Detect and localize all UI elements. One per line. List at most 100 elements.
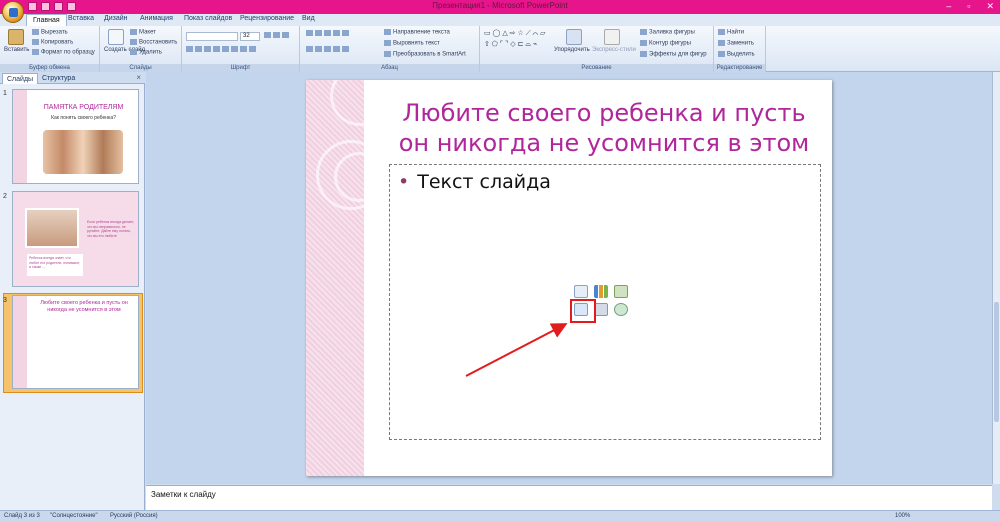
clipboard-group: Вставить Вырезать Копировать Формат по о… [0, 26, 100, 72]
grow-font-icon [264, 32, 271, 38]
format-painter-button[interactable]: Формат по образцу [32, 49, 95, 56]
clear-format-icon [282, 32, 289, 38]
tab-outline[interactable]: Структура [38, 73, 79, 84]
tab-home[interactable]: Главная [26, 14, 67, 26]
reset-button[interactable]: Восстановить [130, 39, 177, 46]
outline-icon [640, 40, 647, 46]
quick-styles-button[interactable]: Экспресс-стили [592, 47, 636, 53]
spacing-icon [231, 46, 238, 52]
office-logo-icon [9, 8, 18, 17]
minimize-icon[interactable]: – [946, 1, 951, 12]
close-icon[interactable]: ✕ [986, 1, 994, 12]
align-text-button[interactable]: Выровнять текст [384, 40, 440, 47]
layout-icon [130, 29, 137, 35]
arrange-icon[interactable] [566, 29, 582, 45]
slide-thumbnail-3[interactable]: Любите своего ребенка и пусть он никогда… [12, 295, 139, 389]
slide-counter: Слайд 3 из 3 [4, 513, 40, 519]
smartart-icon [384, 51, 391, 57]
paste-button[interactable]: Вставить [4, 47, 29, 53]
office-button[interactable] [2, 1, 24, 23]
layout-button[interactable]: Макет [130, 29, 156, 36]
ribbon: Вставить Вырезать Копировать Формат по о… [0, 26, 1000, 72]
close-panel-icon[interactable]: × [136, 73, 141, 82]
bullet-text[interactable]: Текст слайда [398, 171, 551, 193]
content-placeholder[interactable]: Текст слайда [389, 164, 821, 440]
tab-slides[interactable]: Слайды [2, 73, 39, 84]
replace-icon [718, 40, 725, 46]
vertical-scrollbar[interactable] [992, 72, 1000, 484]
copy-button[interactable]: Копировать [32, 39, 73, 46]
numbering-icon [315, 30, 322, 36]
thumb-1-subtitle: Как понять своего ребенка? [51, 115, 116, 121]
align-buttons[interactable] [306, 46, 351, 53]
insert-chart-icon[interactable] [594, 285, 608, 298]
shape-fill-button[interactable]: Заливка фигуры [640, 29, 695, 36]
font-name-field[interactable] [186, 32, 238, 41]
align-right-icon [324, 46, 331, 52]
increase-indent-icon [333, 30, 340, 36]
tab-design[interactable]: Дизайн [104, 15, 128, 22]
font-color-icon [249, 46, 256, 52]
select-button[interactable]: Выделить [718, 51, 755, 58]
theme-name: "Солнцестояние" [50, 513, 98, 519]
slide-thumbnail-1[interactable]: ПАМЯТКА РОДИТЕЛЯМ Как понять своего ребе… [12, 89, 139, 184]
shapes-gallery[interactable]: ▭ ◯ △ ⇨ ☆ ⟋ ⌒ ▱ [484, 29, 545, 38]
zoom-level[interactable]: 100% [895, 513, 910, 519]
shapes-gallery-row2[interactable]: ⇧ ⬠ ⌜ ⌝ ◇ ⊏ ⌓ ⌁ [484, 40, 537, 49]
justify-icon [333, 46, 340, 52]
window-title: Презентация1 - Microsoft PowerPoint [432, 1, 568, 10]
cut-button[interactable]: Вырезать [32, 29, 68, 36]
font-size-field[interactable]: 32 [240, 32, 260, 41]
text-direction-icon [384, 29, 391, 35]
ribbon-tabs: Главная Вставка Дизайн Анимация Показ сл… [0, 14, 1000, 26]
paragraph-group-label: Абзац [300, 64, 479, 72]
shape-outline-button[interactable]: Контур фигуры [640, 40, 691, 47]
font-group-label: Шрифт [182, 64, 299, 72]
notes-pane[interactable]: Заметки к слайду [146, 485, 992, 510]
slide-number-3: 3 [3, 297, 7, 304]
paste-icon[interactable] [8, 29, 24, 45]
smartart-button[interactable]: Преобразовать в SmartArt [384, 51, 466, 58]
notes-placeholder[interactable]: Заметки к слайду [151, 490, 216, 499]
scrollbar-thumb[interactable] [994, 302, 999, 422]
decor-circle [334, 152, 384, 202]
strikethrough-icon [213, 46, 220, 52]
tab-insert[interactable]: Вставка [68, 15, 94, 22]
cut-icon [32, 29, 39, 35]
replace-button[interactable]: Заменить [718, 40, 754, 47]
clipboard-group-label: Буфер обмена [0, 64, 99, 72]
quick-styles-icon[interactable] [604, 29, 620, 45]
insert-media-icon[interactable] [614, 303, 628, 316]
slides-panel: Слайды Структура × 1 ПАМЯТКА РОДИТЕЛЯМ К… [0, 72, 145, 510]
list-buttons[interactable] [306, 30, 351, 37]
tab-view[interactable]: Вид [302, 15, 315, 22]
slide-thumbnail-2[interactable]: Если ребенок иногда делает, что вы непра… [12, 191, 139, 287]
arrange-button[interactable]: Упорядочить [554, 47, 590, 53]
new-slide-icon[interactable] [108, 29, 124, 45]
insert-table-icon[interactable] [574, 285, 588, 298]
shape-effects-button[interactable]: Эффекты для фигур [640, 51, 707, 58]
tab-animation[interactable]: Анимация [140, 15, 173, 22]
grow-font-button[interactable] [264, 32, 291, 39]
current-slide[interactable]: Любите своего ребенка и пусть он никогда… [306, 80, 832, 476]
highlight-box [570, 299, 596, 323]
copy-icon [32, 39, 39, 45]
thumb-2-body: Если ребенок иногда делает, что вы непра… [87, 220, 134, 238]
maximize-icon[interactable]: ▫ [967, 1, 970, 12]
thumb-1-title: ПАМЯТКА РОДИТЕЛЯМ [43, 104, 124, 111]
delete-slide-button[interactable]: Удалить [130, 49, 162, 56]
tab-slideshow[interactable]: Показ слайдов [184, 15, 232, 22]
slides-group-label: Слайды [100, 64, 181, 72]
language[interactable]: Русский (Россия) [110, 513, 158, 519]
slide-number-2: 2 [3, 193, 7, 200]
tab-review[interactable]: Рецензирование [240, 15, 294, 22]
find-button[interactable]: Найти [718, 29, 744, 36]
insert-clipart-icon[interactable] [594, 303, 608, 316]
slide-title[interactable]: Любите своего ребенка и пусть он никогда… [394, 98, 814, 158]
align-left-icon [306, 46, 313, 52]
text-direction-button[interactable]: Направление текста [384, 29, 450, 36]
insert-smartart-icon[interactable] [614, 285, 628, 298]
thumb-2-photo [25, 208, 79, 248]
reset-icon [130, 39, 137, 45]
font-style-buttons[interactable] [186, 46, 258, 53]
